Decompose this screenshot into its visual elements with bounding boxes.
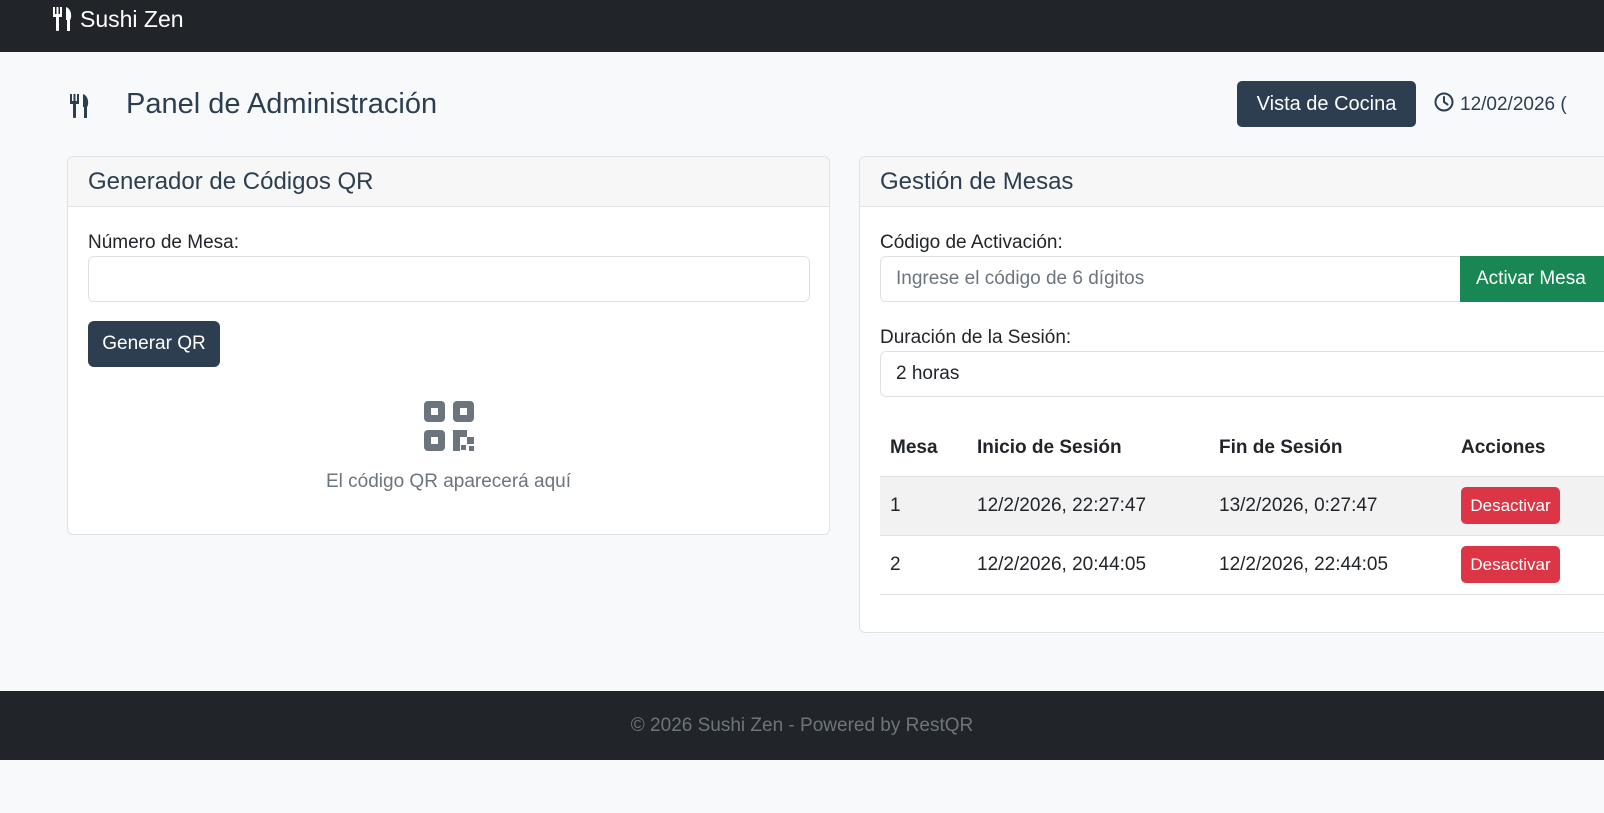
qr-placeholder-text: El código QR aparecerá aquí: [325, 471, 572, 492]
activate-table-button[interactable]: Activar Mesa: [1460, 256, 1604, 302]
table-management-title: Gestión de Mesas: [860, 157, 1604, 207]
activation-code-label: Código de Activación:: [880, 232, 1063, 253]
table-number-label: Número de Mesa:: [88, 232, 240, 253]
cell-acciones: Desactivar: [1451, 535, 1604, 595]
qr-generator-title: Generador de Códigos QR: [68, 157, 829, 207]
page-title: Panel de Administración: [126, 88, 438, 120]
navbar-brand[interactable]: Sushi Zen: [52, 5, 184, 33]
sessions-table: Mesa Inicio de Sesión Fin de Sesión Acci…: [880, 420, 1604, 595]
qr-generator-card: Generador de Códigos QR Número de Mesa: …: [67, 156, 830, 535]
utensils-icon: [68, 94, 92, 123]
cell-fin: 13/2/2026, 0:27:47: [1209, 476, 1451, 536]
cell-mesa: 1: [880, 476, 967, 536]
generate-qr-button[interactable]: Generar QR: [88, 321, 220, 367]
column-header-acciones: Acciones: [1451, 420, 1604, 477]
table-row: 1 12/2/2026, 22:27:47 13/2/2026, 0:27:47…: [880, 476, 1604, 536]
table-management-card: Gestión de Mesas Código de Activación: I…: [859, 156, 1604, 633]
cell-inicio: 12/2/2026, 22:27:47: [967, 476, 1209, 536]
clock-icon: [1434, 92, 1454, 118]
activation-code-placeholder: Ingrese el código de 6 dígitos: [896, 268, 1145, 289]
kitchen-view-button[interactable]: Vista de Cocina: [1237, 81, 1416, 127]
column-header-mesa: Mesa: [880, 420, 967, 477]
current-datetime: 12/02/2026 (: [1434, 92, 1567, 118]
cell-mesa: 2: [880, 535, 967, 595]
top-navbar: Sushi Zen: [0, 0, 1604, 52]
column-header-inicio: Inicio de Sesión: [967, 420, 1209, 477]
column-header-fin: Fin de Sesión: [1209, 420, 1451, 477]
datetime-text: 12/02/2026 (: [1460, 94, 1567, 115]
page-header: Panel de Administración Vista de Cocina …: [68, 80, 1604, 132]
session-duration-select[interactable]: 2 horas: [880, 351, 1604, 397]
footer-text: © 2026 Sushi Zen - Powered by RestQR: [630, 714, 974, 736]
activation-code-input[interactable]: Ingrese el código de 6 dígitos: [880, 256, 1464, 302]
cell-acciones: Desactivar: [1451, 476, 1604, 536]
cell-inicio: 12/2/2026, 20:44:05: [967, 535, 1209, 595]
session-duration-label: Duración de la Sesión:: [880, 327, 1072, 348]
qrcode-icon: [423, 400, 475, 457]
footer: © 2026 Sushi Zen - Powered by RestQR: [0, 691, 1604, 760]
utensils-icon: [52, 7, 74, 31]
deactivate-button[interactable]: Desactivar: [1461, 487, 1560, 524]
deactivate-button[interactable]: Desactivar: [1461, 546, 1560, 583]
cell-fin: 12/2/2026, 22:44:05: [1209, 535, 1451, 595]
table-row: 2 12/2/2026, 20:44:05 12/2/2026, 22:44:0…: [880, 535, 1604, 595]
table-number-input[interactable]: [88, 256, 810, 302]
brand-name: Sushi Zen: [80, 5, 184, 32]
table-header-row: Mesa Inicio de Sesión Fin de Sesión Acci…: [880, 420, 1604, 477]
